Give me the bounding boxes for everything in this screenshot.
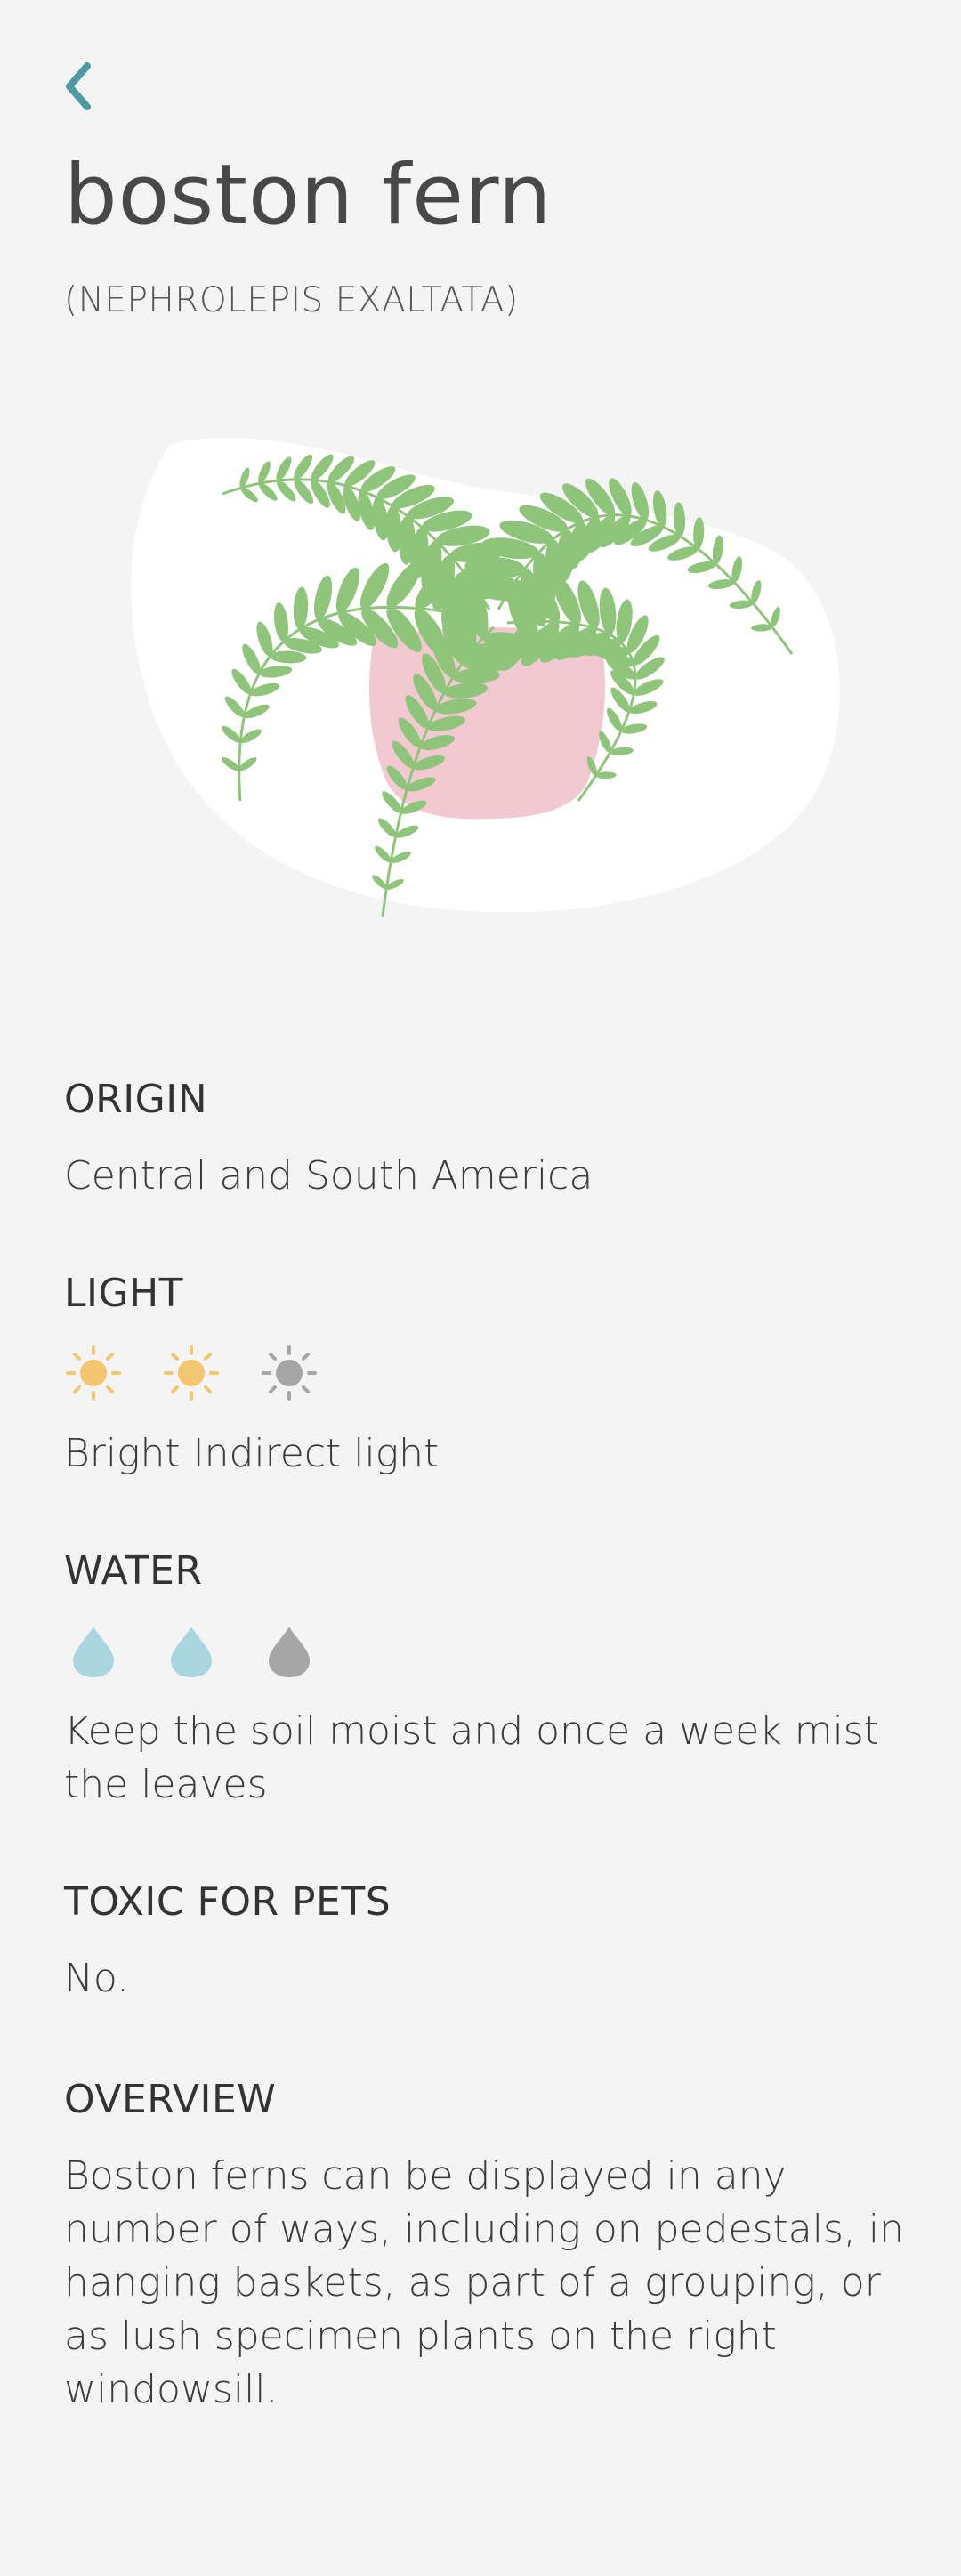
light-rating [64,1344,319,1402]
origin-heading: ORIGIN [64,1077,208,1122]
scientific-name: (NEPHROLEPIS EXALTATA) [64,280,519,320]
overview-heading: OVERVIEW [64,2077,277,2122]
toxic-text: No. [64,1956,130,2001]
toxic-heading: TOXIC FOR PETS [64,1879,392,1925]
water-drop-icon [73,1627,114,1677]
potted-fern-illustration [116,418,863,952]
sun-icon [164,1345,219,1401]
water-text: Keep the soil moist and once a week mist… [64,1708,879,1807]
chevron-left-icon [66,62,91,110]
plant-detail-page: boston fern (NEPHROLEPIS EXALTATA) ORIGI… [0,0,961,2576]
water-rating [64,1621,319,1680]
light-text: Bright Indirect light [64,1431,440,1476]
light-heading: LIGHT [64,1271,184,1316]
water-heading: WATER [64,1548,203,1594]
overview-text: Boston ferns can be displayed in any num… [64,2153,905,2412]
water-drop-icon [269,1627,310,1677]
water-drop-icon [171,1627,212,1677]
sun-icon [262,1345,317,1401]
sun-icon [66,1345,121,1401]
origin-text: Central and South America [64,1153,594,1199]
back-button[interactable] [55,55,105,117]
page-title: boston fern [64,147,553,244]
